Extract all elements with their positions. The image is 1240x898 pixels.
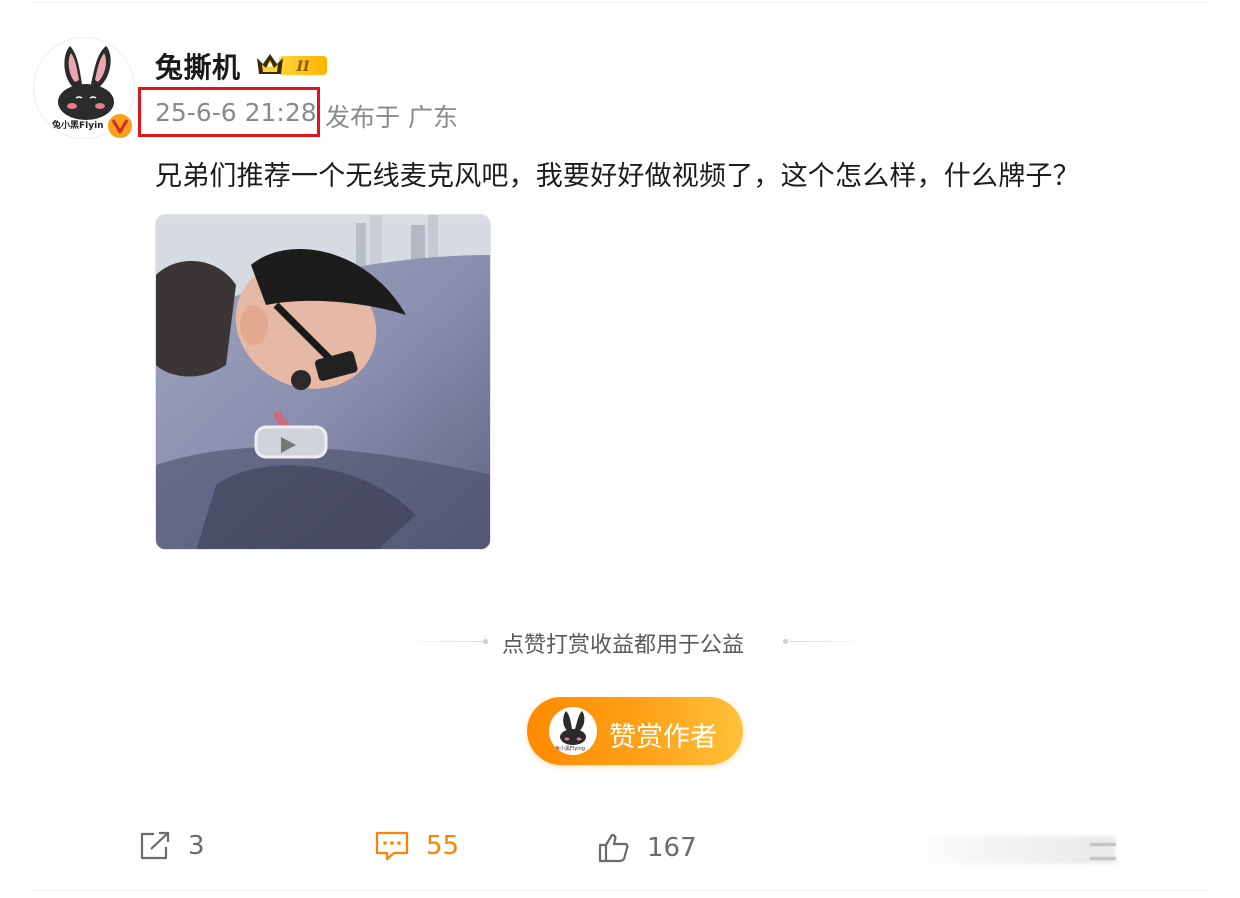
comment-icon (375, 831, 409, 861)
blurred-bar (1090, 857, 1116, 860)
share-count: 3 (188, 831, 205, 861)
publish-location: 发布于 广东 (325, 103, 458, 132)
bottom-divider (30, 890, 1210, 891)
author-name[interactable]: 兔撕机 (155, 46, 241, 86)
reward-author-button[interactable]: 兔小黑Flying 赞赏作者 (527, 697, 743, 765)
donation-note: 点赞打赏收益都用于公益 (502, 633, 745, 658)
comment-button[interactable]: 55 (374, 830, 459, 862)
divider-dot-right (783, 639, 788, 644)
blurred-region (905, 836, 1115, 864)
svg-text:II: II (295, 59, 310, 75)
verified-badge-icon (106, 112, 134, 140)
post-body-text: 兄弟们推荐一个无线麦克风吧，我要好好做视频了，这个怎么样，什么牌子？ (155, 161, 1080, 192)
like-count: 167 (647, 833, 697, 863)
reward-button-label: 赞赏作者 (609, 722, 717, 753)
thumbs-up-icon (598, 833, 629, 863)
top-divider (30, 2, 1210, 3)
crown-level-badge-icon: II (257, 54, 327, 75)
reward-avatar-caption: 兔小黑Flying (555, 746, 585, 752)
reward-avatar: 兔小黑Flying (549, 707, 597, 755)
post-photo-icon (156, 215, 490, 549)
blurred-bar (1090, 843, 1116, 846)
comment-count: 55 (426, 831, 460, 861)
share-button[interactable]: 3 (138, 830, 205, 862)
post-timestamp[interactable]: 25-6-6 21:28 (155, 98, 317, 127)
divider-dot-left (483, 639, 488, 644)
share-icon (140, 831, 170, 860)
like-button[interactable]: 167 (597, 832, 697, 864)
divider-line-right (790, 641, 870, 642)
post-image[interactable] (155, 214, 491, 550)
divider-line-left (405, 641, 485, 642)
